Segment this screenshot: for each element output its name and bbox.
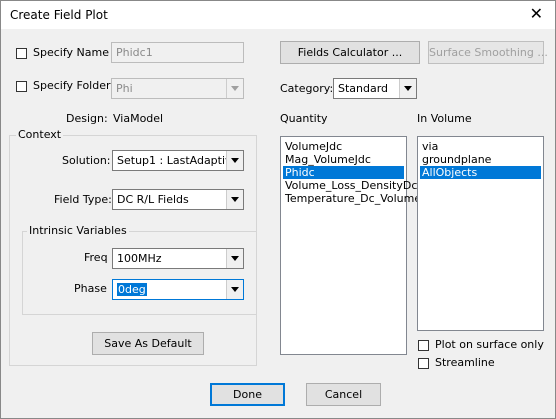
intrinsic-variables-group: Intrinsic Variables (22, 224, 257, 315)
list-item[interactable]: Volume_Loss_DensityDc (283, 179, 419, 192)
context-group-title: Context (16, 128, 64, 141)
streamline-checkbox[interactable] (418, 358, 429, 369)
phase-label: Phase (74, 282, 107, 295)
design-value: ViaModel (113, 112, 164, 125)
chevron-down-icon[interactable] (226, 151, 243, 170)
chevron-down-icon[interactable] (226, 190, 243, 209)
category-select[interactable]: Standard (333, 78, 417, 99)
specify-name-label: Specify Name (33, 46, 109, 59)
quantity-list[interactable]: VolumeJdc Mag_VolumeJdc Phidc Volume_Los… (280, 136, 421, 355)
list-item[interactable]: Temperature_Dc_Volume (283, 192, 423, 205)
phase-select[interactable]: 0deg (112, 279, 244, 300)
list-item[interactable]: VolumeJdc (283, 140, 344, 153)
category-label: Category: (280, 82, 334, 95)
chevron-down-icon[interactable] (226, 280, 243, 299)
window-title: Create Field Plot (10, 8, 108, 22)
name-input-value: Phidc1 (116, 46, 153, 59)
surface-smoothing-button[interactable]: Surface Smoothing ... (428, 41, 548, 64)
cancel-button[interactable]: Cancel (306, 383, 381, 406)
field-type-label: Field Type: (54, 193, 112, 206)
fields-calculator-button[interactable]: Fields Calculator ... (280, 41, 420, 64)
name-input[interactable]: Phidc1 (111, 42, 244, 63)
list-item[interactable]: groundplane (420, 153, 493, 166)
phase-select-value: 0deg (117, 283, 147, 296)
specify-folder-checkbox[interactable] (16, 81, 27, 92)
in-volume-list[interactable]: via groundplane AllObjects (417, 136, 544, 331)
design-label: Design: (66, 112, 108, 125)
list-item[interactable]: via (420, 140, 440, 153)
field-type-select[interactable]: DC R/L Fields (112, 189, 244, 210)
list-item-selected[interactable]: AllObjects (420, 166, 541, 179)
chevron-down-icon[interactable] (399, 79, 416, 98)
field-type-select-value: DC R/L Fields (117, 193, 189, 206)
quantity-title: Quantity (280, 112, 328, 125)
done-button[interactable]: Done (210, 383, 285, 406)
list-item[interactable]: Mag_VolumeJdc (283, 153, 373, 166)
save-as-default-button[interactable]: Save As Default (92, 332, 204, 355)
chevron-down-icon[interactable] (226, 249, 243, 268)
solution-select[interactable]: Setup1 : LastAdaptive (112, 150, 244, 171)
freq-select[interactable]: 100MHz (112, 248, 244, 269)
freq-label: Freq (84, 251, 108, 264)
folder-select-value: Phi (116, 82, 133, 95)
specify-folder-label: Specify Folder (33, 79, 111, 92)
chevron-down-icon[interactable] (226, 79, 243, 98)
specify-name-checkbox[interactable] (16, 48, 27, 59)
title-bar: Create Field Plot ✕ (1, 1, 555, 29)
freq-select-value: 100MHz (117, 252, 162, 265)
folder-select[interactable]: Phi (111, 78, 244, 99)
plot-on-surface-only-checkbox[interactable] (418, 340, 429, 351)
category-select-value: Standard (338, 82, 389, 95)
streamline-label: Streamline (435, 356, 495, 369)
plot-on-surface-only-label: Plot on surface only (435, 338, 544, 351)
close-icon[interactable]: ✕ (530, 5, 543, 23)
solution-select-value: Setup1 : LastAdaptive (117, 154, 239, 167)
solution-label: Solution: (62, 154, 111, 167)
intrinsic-variables-title: Intrinsic Variables (27, 224, 129, 237)
list-item-selected[interactable]: Phidc (283, 166, 404, 179)
in-volume-title: In Volume (417, 112, 472, 125)
